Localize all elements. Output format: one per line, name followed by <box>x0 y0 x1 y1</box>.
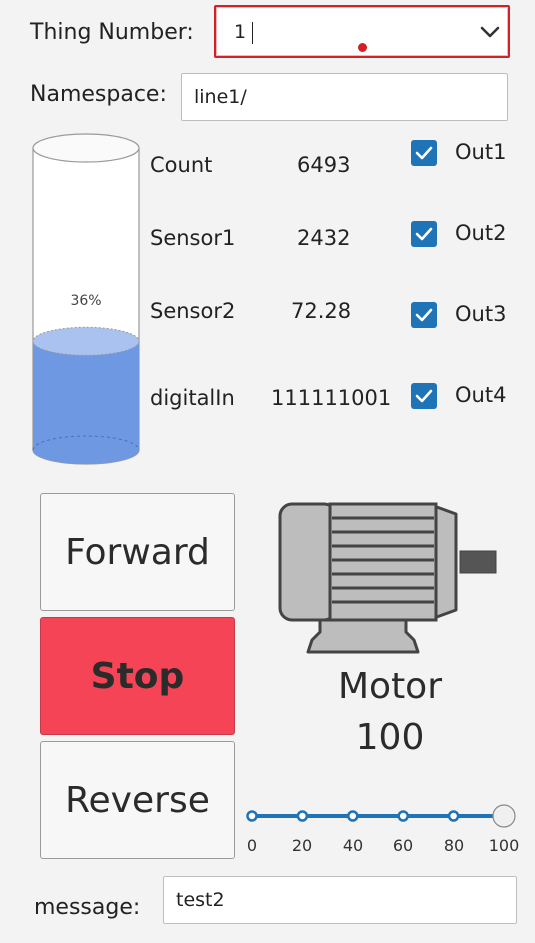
text-caret <box>252 22 253 44</box>
reading-name-count: Count <box>150 153 213 177</box>
slider-tick-dot <box>246 810 258 822</box>
slider-tick-label: 40 <box>342 836 364 855</box>
validation-dot <box>358 43 367 52</box>
message-label: message: <box>34 895 141 920</box>
out3-checkbox[interactable] <box>411 302 437 328</box>
stop-button[interactable]: Stop <box>40 617 235 735</box>
motor-title: Motor <box>337 666 443 707</box>
thing-number-label: Thing Number: <box>30 20 194 45</box>
namespace-input[interactable]: line1/ <box>181 73 508 121</box>
reading-value-sensor2: 72.28 <box>291 299 352 323</box>
forward-button[interactable]: Forward <box>40 493 235 611</box>
slider-tick-label: 20 <box>291 836 313 855</box>
out1-checkbox[interactable] <box>411 140 437 166</box>
slider-tick-dot <box>397 810 409 822</box>
slider-tick-label: 60 <box>392 836 414 855</box>
reading-value-count: 6493 <box>297 153 351 177</box>
checkmark-icon <box>415 146 433 160</box>
out3-label: Out3 <box>455 302 507 326</box>
motor-speed: 100 <box>355 717 425 758</box>
slider-tick-dot <box>347 810 359 822</box>
thing-number-value: 1 <box>234 21 247 43</box>
checkmark-icon <box>415 227 433 241</box>
tank-level-label: 36% <box>70 293 101 309</box>
out1-label: Out1 <box>455 140 507 164</box>
out2-checkbox[interactable] <box>411 221 437 247</box>
namespace-value: line1/ <box>194 86 247 108</box>
slider-tick-label: 0 <box>246 836 258 855</box>
reading-name-sensor1: Sensor1 <box>150 226 236 250</box>
slider-tick-dot <box>447 810 460 822</box>
slider-thumb[interactable] <box>492 804 516 828</box>
out4-checkbox[interactable] <box>411 383 437 409</box>
out2-label: Out2 <box>455 221 507 245</box>
speed-slider[interactable] <box>240 800 525 832</box>
reading-name-digitalin: digitalIn <box>150 386 235 410</box>
namespace-label: Namespace: <box>30 82 167 107</box>
motor-icon <box>276 500 500 658</box>
chevron-down-icon[interactable] <box>480 24 500 43</box>
reverse-button[interactable]: Reverse <box>40 741 235 859</box>
checkmark-icon <box>415 389 433 403</box>
message-input[interactable]: test2 <box>163 876 517 924</box>
thing-number-select[interactable]: 1 <box>214 5 510 58</box>
out4-label: Out4 <box>455 383 507 407</box>
tank-gauge: 36% <box>30 130 142 470</box>
slider-tick-label: 100 <box>488 836 520 855</box>
message-value: test2 <box>176 889 225 911</box>
reading-value-digitalin: 111111001 <box>271 386 392 410</box>
reading-name-sensor2: Sensor2 <box>150 299 236 323</box>
slider-tick-dot <box>296 810 309 822</box>
checkmark-icon <box>415 308 433 322</box>
reading-value-sensor1: 2432 <box>297 226 351 250</box>
slider-tick-label: 80 <box>443 836 465 855</box>
